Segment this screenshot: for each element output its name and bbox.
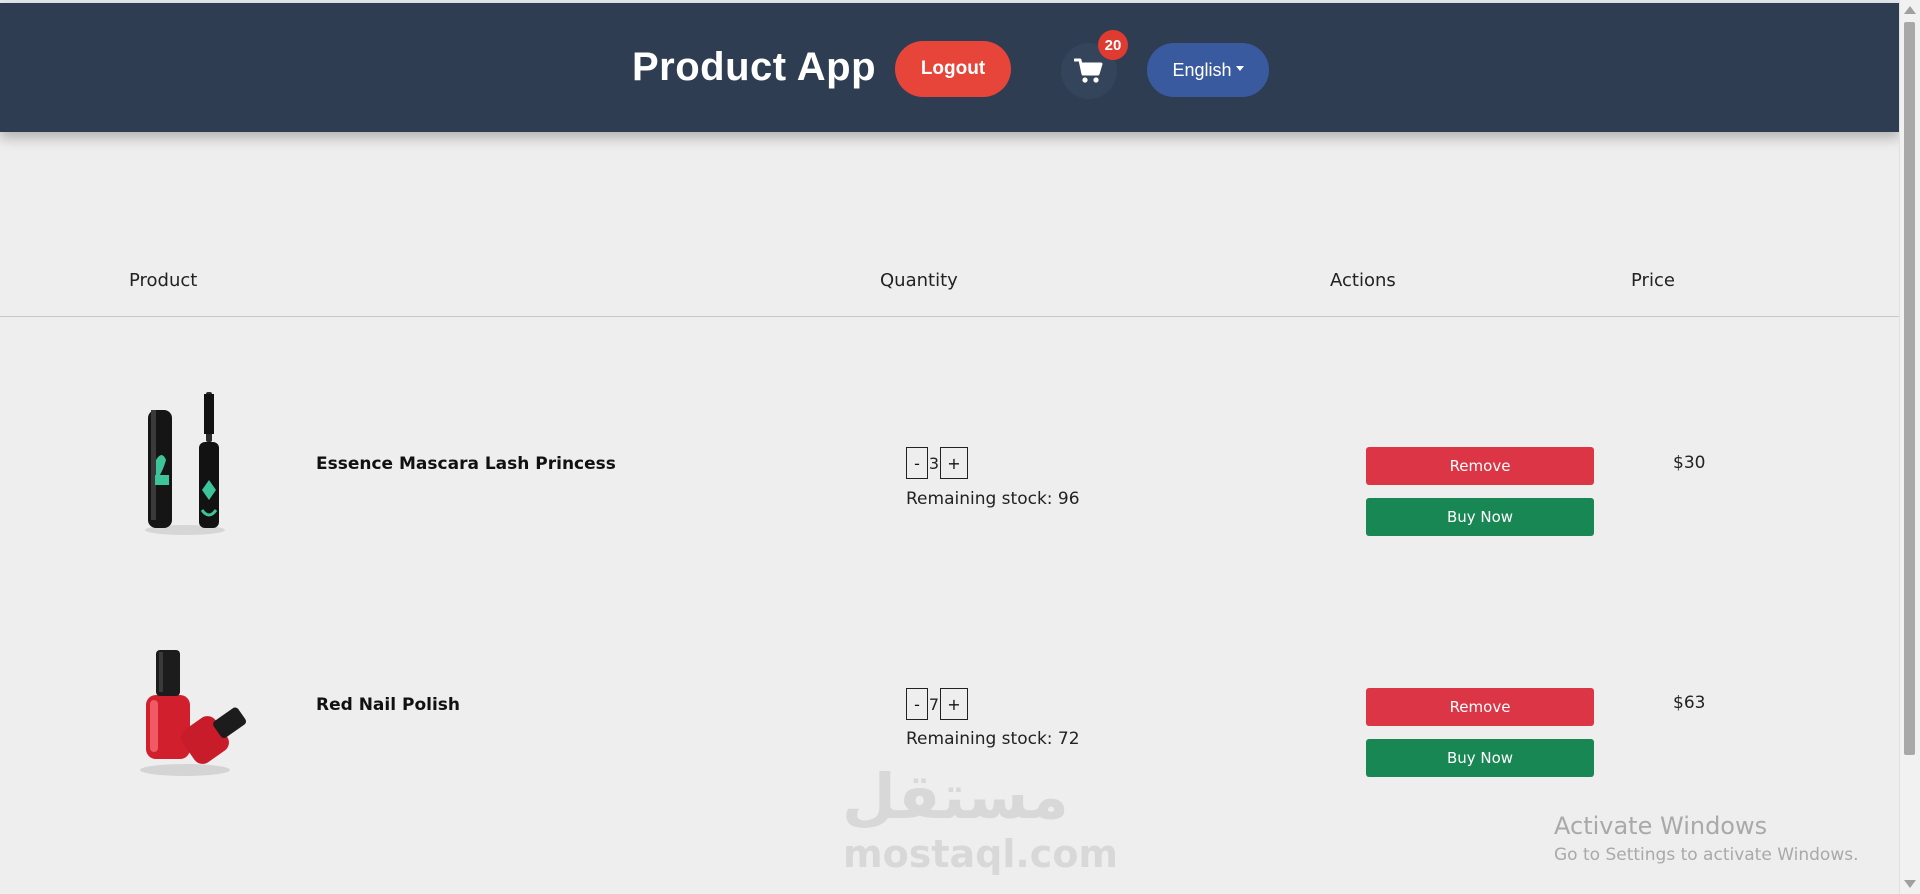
remaining-stock: Remaining stock: 72 (906, 729, 1080, 749)
quantity-stepper: - 3 + (906, 447, 968, 479)
quantity-value: 7 (928, 694, 940, 714)
remove-button[interactable]: Remove (1366, 688, 1594, 726)
activate-windows-subtitle: Go to Settings to activate Windows. (1554, 845, 1859, 865)
buy-now-button[interactable]: Buy Now (1366, 739, 1594, 777)
remaining-stock: Remaining stock: 96 (906, 489, 1080, 509)
product-name: Red Nail Polish (316, 695, 460, 715)
product-price: $30 (1673, 453, 1706, 473)
header-divider (0, 316, 1900, 317)
quantity-stepper: - 7 + (906, 688, 968, 720)
scrollbar-thumb[interactable] (1904, 22, 1915, 755)
product-price: $63 (1673, 693, 1706, 713)
mostaql-watermark-url: mostaql.com (843, 832, 1119, 876)
header-quantity: Quantity (880, 270, 958, 291)
logout-button[interactable]: Logout (895, 41, 1011, 97)
decrement-button[interactable]: - (906, 688, 928, 720)
cart-count-badge: 20 (1098, 30, 1128, 60)
shopping-cart-icon (1074, 58, 1103, 83)
header-product: Product (129, 270, 198, 291)
increment-button[interactable]: + (940, 447, 968, 479)
app-title: Product App (632, 45, 876, 89)
scroll-down-arrow-icon[interactable] (1904, 880, 1916, 888)
language-dropdown[interactable]: English (1147, 43, 1269, 97)
activate-windows-title: Activate Windows (1554, 812, 1768, 840)
navbar: Product App Logout 20 English (0, 3, 1900, 132)
header-actions: Actions (1330, 270, 1396, 291)
increment-button[interactable]: + (940, 688, 968, 720)
quantity-value: 3 (928, 453, 940, 473)
vertical-scrollbar[interactable] (1899, 0, 1920, 894)
caret-down-icon (1235, 65, 1244, 71)
product-image-nail-polish (140, 650, 247, 776)
mostaql-watermark-logo: مستقل (842, 760, 1069, 833)
language-label: English (1172, 59, 1232, 80)
decrement-button[interactable]: - (906, 447, 928, 479)
scroll-up-arrow-icon[interactable] (1904, 6, 1916, 14)
remove-button[interactable]: Remove (1366, 447, 1594, 485)
product-name: Essence Mascara Lash Princess (316, 454, 616, 474)
header-price: Price (1631, 270, 1675, 291)
buy-now-button[interactable]: Buy Now (1366, 498, 1594, 536)
product-image-mascara (145, 392, 225, 535)
